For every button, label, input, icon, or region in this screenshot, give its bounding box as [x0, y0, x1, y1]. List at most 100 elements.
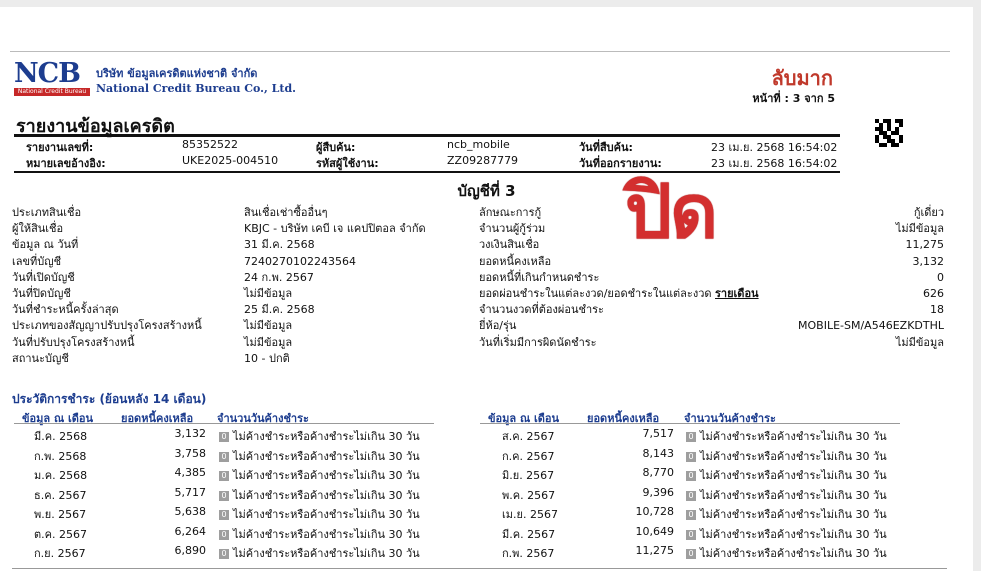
account-field-value: 0: [937, 270, 944, 284]
status-code-badge: 0: [686, 529, 696, 540]
history-balance: 6,264: [174, 524, 207, 538]
account-field-value: 25 มี.ค. 2568: [244, 303, 315, 317]
account-field-value: 3,132: [912, 254, 945, 268]
history-status: 0 ไม่ค้างชำระหรือค้างชำระไม่เกิน 30 วัน: [219, 486, 420, 504]
report-page: NCB National Credit Bureau บริษัท ข้อมูล…: [0, 7, 973, 571]
logo-text: NCB: [14, 58, 81, 89]
history-month: ส.ค. 2567: [502, 430, 555, 443]
payment-history-title: ประวัติการชำระ (ย้อนหลัง 14 เดือน): [12, 392, 207, 406]
history-status: 0 ไม่ค้างชำระหรือค้างชำระไม่เกิน 30 วัน: [686, 505, 887, 523]
account-field-label: วันที่เริ่มมีการผิดนัดชำระ: [479, 335, 597, 350]
history-balance: 9,396: [642, 485, 675, 499]
history-month: เม.ย. 2567: [502, 508, 558, 521]
account-field-label-text: วันที่เริ่มมีการผิดนัดชำระ: [479, 335, 597, 349]
history-status: 0 ไม่ค้างชำระหรือค้างชำระไม่เกิน 30 วัน: [686, 466, 887, 484]
account-field-label: สถานะบัญชี: [12, 351, 69, 365]
history-status-text: ไม่ค้างชำระหรือค้างชำระไม่เกิน 30 วัน: [700, 449, 887, 463]
history-status-text: ไม่ค้างชำระหรือค้างชำระไม่เกิน 30 วัน: [700, 469, 887, 482]
account-field-label: ลักษณะการกู้: [479, 205, 541, 220]
bottom-divider: [12, 568, 947, 569]
account-field-label: ยอดหนี้ที่เกินกำหนดชำระ: [479, 270, 599, 285]
account-field-value: MOBILE-SM/A546EZKDTHL: [798, 319, 944, 333]
page-label: หน้าที่ :: [752, 92, 789, 105]
account-field-label-text: ยี่ห้อ/รุ่น: [479, 319, 517, 333]
history-status-text: ไม่ค้างชำระหรือค้างชำระไม่เกิน 30 วัน: [233, 469, 420, 482]
page-total: 5: [827, 92, 835, 105]
history-status-text: ไม่ค้างชำระหรือค้างชำระไม่เกิน 30 วัน: [700, 488, 887, 502]
account-field-label: วันที่ปิดบัญชี: [12, 287, 71, 300]
account-field-label: ประเภทสินเชื่อ: [12, 206, 82, 219]
history-status-text: ไม่ค้างชำระหรือค้างชำระไม่เกิน 30 วัน: [700, 547, 887, 560]
account-field-label: วันที่ชำระหนี้ครั้งล่าสุด: [12, 303, 119, 317]
report-no-value: 85352522: [182, 138, 238, 151]
ref-no-value: UKE2025-004510: [182, 154, 279, 167]
account-field-value: 24 ก.พ. 2567: [244, 270, 314, 284]
ref-no-label: หมายเลขอ้างอิง:: [26, 157, 106, 170]
history-status: 0 ไม่ค้างชำระหรือค้างชำระไม่เกิน 30 วัน: [686, 525, 887, 543]
account-field-label-text: จำนวนงวดที่ต้องผ่อนชำระ: [479, 303, 604, 317]
history-month: ม.ค. 2568: [34, 469, 88, 482]
account-field-value: 10 - ปกติ: [244, 351, 290, 365]
history-col-balance-left: ยอดหนี้คงเหลือ: [121, 412, 194, 425]
account-field-value: ไม่มีข้อมูล: [895, 222, 944, 236]
history-month: ก.พ. 2567: [502, 547, 555, 560]
account-field-value: ไม่มีข้อมูล: [895, 335, 944, 349]
history-balance: 11,275: [635, 544, 675, 557]
history-status-text: ไม่ค้างชำระหรือค้างชำระไม่เกิน 30 วัน: [233, 430, 420, 443]
status-code-badge: 0: [686, 451, 696, 462]
history-balance: 8,770: [642, 466, 675, 479]
title-divider: [14, 134, 840, 137]
history-status-text: ไม่ค้างชำระหรือค้างชำระไม่เกิน 30 วัน: [233, 547, 420, 560]
history-month: ต.ค. 2567: [34, 527, 87, 541]
account-field-label: วันที่เปิดบัญชี: [12, 270, 75, 284]
history-balance: 3,758: [174, 446, 207, 460]
account-field-value: ไม่มีข้อมูล: [244, 287, 293, 300]
account-field-label: วงเงินสินเชื่อ: [479, 237, 539, 252]
account-field-label: เลขที่บัญชี: [12, 254, 62, 268]
page-current: 3: [792, 92, 801, 105]
account-field-value: สินเชื่อเช่าซื้ออื่นๆ: [244, 206, 328, 219]
payment-frequency: รายเดือน: [715, 287, 759, 300]
history-balance: 7,517: [642, 427, 675, 440]
status-code-badge: 0: [219, 490, 229, 501]
account-field-label: ยอดผ่อนชำระในแต่ละงวด/ยอดชำระในแต่ละงวด …: [479, 286, 759, 301]
status-code-badge: 0: [219, 529, 229, 540]
history-col-month-right: ข้อมูล ณ เดือน: [488, 412, 560, 425]
history-status: 0 ไม่ค้างชำระหรือค้างชำระไม่เกิน 30 วัน: [686, 486, 887, 504]
account-field-label-text: ยอดผ่อนชำระในแต่ละงวด/ยอดชำระในแต่ละงวด: [479, 287, 712, 300]
history-status-text: ไม่ค้างชำระหรือค้างชำระไม่เกิน 30 วัน: [700, 430, 887, 443]
account-field-label: ผู้ให้สินเชื่อ: [12, 222, 64, 236]
account-field-value: ไม่มีข้อมูล: [244, 335, 293, 349]
account-field-value: 31 มี.ค. 2568: [244, 238, 315, 252]
history-status-text: ไม่ค้างชำระหรือค้างชำระไม่เกิน 30 วัน: [233, 449, 420, 463]
account-field-label: ยี่ห้อ/รุ่น: [479, 318, 516, 333]
history-balance: 10,728: [635, 505, 675, 518]
history-status: 0 ไม่ค้างชำระหรือค้างชำระไม่เกิน 30 วัน: [686, 447, 887, 465]
status-code-badge: 0: [686, 490, 696, 501]
history-col-balance-right: ยอดหนี้คงเหลือ: [587, 412, 660, 425]
account-field-value: 7240270102243564: [244, 254, 356, 268]
history-col-days-left: จำนวนวันค้างชำระ: [217, 412, 309, 425]
status-code-badge: 0: [219, 471, 229, 481]
history-status: 0 ไม่ค้างชำระหรือค้างชำระไม่เกิน 30 วัน: [219, 427, 420, 445]
status-code-badge: 0: [686, 549, 696, 559]
status-code-badge: 0: [219, 549, 229, 559]
qr-code-icon: [875, 119, 903, 147]
history-status: 0 ไม่ค้างชำระหรือค้างชำระไม่เกิน 30 วัน: [686, 427, 887, 445]
account-field-value: 626: [923, 287, 944, 300]
account-field-value: กู้เดี่ยว: [913, 206, 944, 219]
account-field-label: วันที่ปรับปรุงโครงสร้างหนี้: [12, 335, 135, 349]
history-balance: 5,638: [174, 505, 207, 518]
inquirer-value: ncb_mobile: [447, 138, 510, 151]
page-of: จาก: [804, 92, 824, 105]
account-field-label: ข้อมูล ณ วันที่: [12, 238, 79, 252]
history-month: พ.ย. 2567: [34, 508, 87, 521]
history-balance: 5,717: [174, 485, 207, 499]
account-title: บัญชีที่ 3: [457, 182, 516, 200]
status-code-badge: 0: [219, 432, 229, 442]
company-name-thai: บริษัท ข้อมูลเครดิตแห่งชาติ จำกัด: [96, 67, 258, 80]
closed-stamp: ปิด: [625, 169, 718, 255]
history-status: 0 ไม่ค้างชำระหรือค้างชำระไม่เกิน 30 วัน: [219, 447, 420, 465]
history-rule-right: [480, 423, 900, 424]
history-status: 0 ไม่ค้างชำระหรือค้างชำระไม่เกิน 30 วัน: [219, 525, 420, 543]
